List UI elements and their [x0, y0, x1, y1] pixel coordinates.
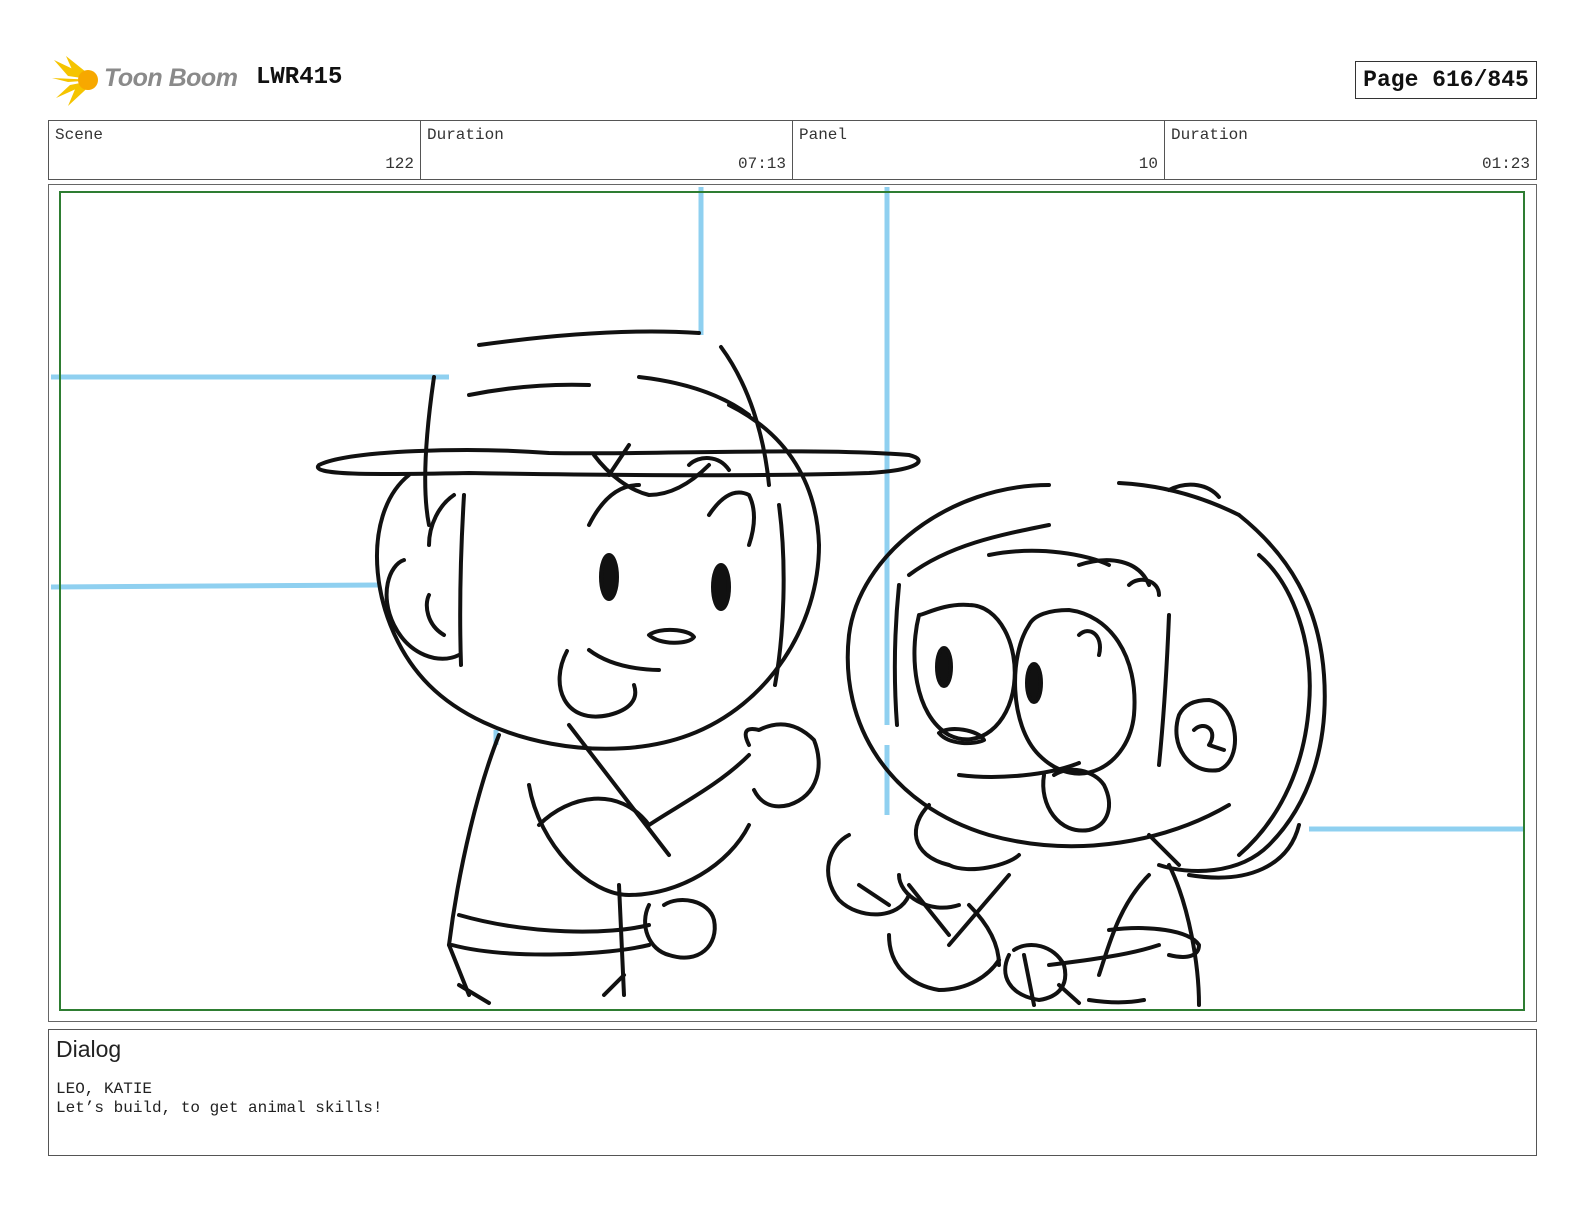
logo-burst-icon — [52, 56, 98, 106]
panel-label: Panel — [799, 126, 848, 144]
scene-value: 122 — [385, 155, 414, 173]
safe-frame — [59, 191, 1525, 1011]
character-katie — [826, 481, 1327, 1007]
panel-duration-cell: Duration 01:23 — [1165, 121, 1536, 179]
panel-cell: Panel 10 — [793, 121, 1165, 179]
panel-duration-value: 01:23 — [1481, 155, 1530, 173]
scene-cell: Scene 122 — [49, 121, 421, 179]
scene-duration-cell: Duration 07:13 — [421, 121, 793, 179]
dialog-box: Dialog LEO, KATIE Let’s build, to get an… — [48, 1029, 1537, 1156]
dialog-speaker: LEO, KATIE — [56, 1080, 153, 1098]
scene-info-row: Scene 122 Duration 07:13 Panel 10 Durati… — [48, 120, 1537, 180]
storyboard-panel — [48, 184, 1537, 1022]
logo-text: Toon Boom — [104, 64, 238, 92]
toon-boom-logo: Toon Boom — [50, 52, 240, 108]
dialog-text: Let’s build, to get animal skills! — [56, 1099, 383, 1117]
panel-sketch — [50, 187, 1525, 1011]
character-leo — [315, 329, 921, 1005]
panel-value: 10 — [1138, 155, 1158, 173]
page-indicator: Page 616/845 — [1355, 61, 1537, 99]
panel-duration-label: Duration — [1171, 126, 1248, 144]
project-code: LWR415 — [256, 64, 343, 91]
guide-lines — [50, 187, 1523, 832]
scene-duration-value: 07:13 — [737, 155, 786, 173]
dialog-title: Dialog — [56, 1036, 122, 1062]
scene-label: Scene — [55, 126, 104, 144]
scene-duration-label: Duration — [427, 126, 504, 144]
